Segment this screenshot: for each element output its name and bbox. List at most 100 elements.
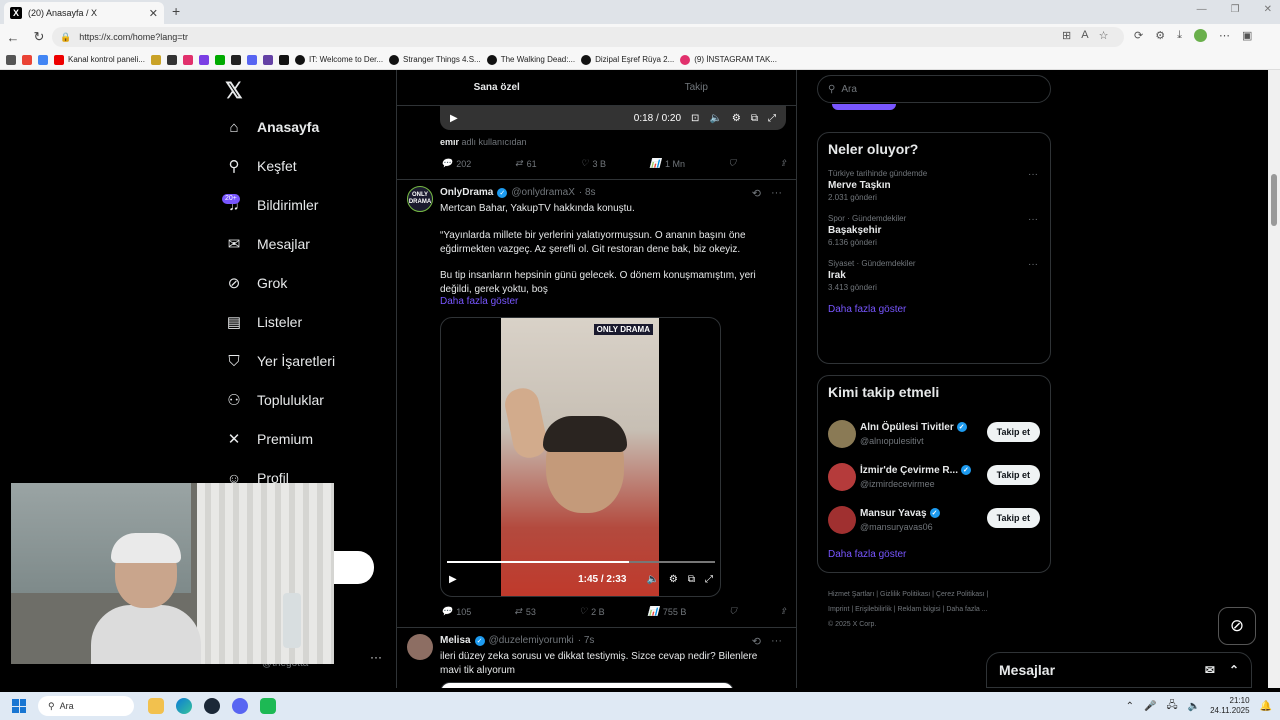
apps-icon[interactable]: ⊞ (1062, 29, 1071, 42)
instagram-icon[interactable] (182, 54, 193, 65)
nav-item-explore[interactable]: ⚲ Keşfet (225, 157, 297, 175)
kick-icon[interactable] (214, 54, 225, 65)
volume-icon[interactable]: 🔈 (709, 113, 721, 124)
settings-icon[interactable]: ⚙ (669, 574, 678, 585)
expand-icon[interactable]: ⌃ (1229, 663, 1239, 677)
taskbar-search[interactable]: ⚲ Ara (38, 696, 134, 716)
windows-start-icon[interactable] (12, 699, 26, 713)
fullscreen-icon[interactable]: ⤢ (705, 574, 713, 585)
notifications-icon[interactable]: 🔔 (1260, 701, 1272, 712)
trend-item[interactable]: Siyaset · Gündemdekiler Irak 3.413 gönde… (818, 259, 1050, 292)
bookmark-item[interactable]: Kanal kontrol paneli... (54, 54, 145, 65)
messages-drawer[interactable]: Mesajlar ✉ ⌃ (986, 652, 1252, 688)
gmail-icon[interactable] (22, 54, 32, 65)
grok-fab-button[interactable]: ⊘ (1218, 607, 1256, 645)
show-more-link[interactable]: Daha fazla göster (818, 549, 1050, 560)
network-icon[interactable]: 🖧 (1166, 698, 1177, 715)
pip-icon[interactable]: ⧉ (751, 113, 758, 124)
share-button[interactable]: ⇪ (779, 606, 787, 617)
previous-video-controls[interactable]: ▶ 0:18 / 0:20 ⊡ 🔈 ⚙ ⧉ ⤢ (440, 106, 786, 130)
post-media-preview[interactable] (440, 682, 734, 688)
repost-button[interactable]: ⇄ 53 (514, 606, 536, 617)
follow-suggestion[interactable]: İzmir'de Çevirme R... ✓ @izmirdecevirmee … (818, 455, 1050, 498)
download-icon[interactable]: ⤓ (1177, 29, 1182, 45)
nav-item-messages[interactable]: ✉ Mesajlar (225, 235, 310, 253)
reply-button[interactable]: 💬 105 (441, 606, 471, 617)
restore-icon[interactable]: ❐ (1231, 4, 1240, 15)
post-time[interactable]: · 8s (579, 187, 596, 198)
nav-item-grok[interactable]: ⊘ Grok (225, 274, 288, 292)
author-handle[interactable]: @duzelemiyorumki (489, 635, 574, 646)
bookmark-item[interactable]: (9) İNSTAGRAM TAK... (680, 54, 777, 65)
clock[interactable]: 21:10 24.11.2025 (1210, 696, 1249, 716)
captions-icon[interactable]: ⊡ (691, 113, 699, 124)
bookmark-post-button[interactable]: ⛉ (730, 606, 737, 617)
bookmark-item[interactable]: Dizipal Eşref Rüya 2... (581, 54, 674, 65)
subscribe-button-partial[interactable] (832, 104, 896, 110)
new-message-icon[interactable]: ✉ (1205, 663, 1215, 677)
bookmark-site-icon[interactable] (230, 54, 241, 65)
nav-item-lists[interactable]: ▤ Listeler (225, 313, 302, 331)
grok-explain-icon[interactable]: ⟲ (752, 635, 761, 648)
volume-icon[interactable]: 🔈 (646, 574, 658, 585)
follow-button[interactable]: Takip et (986, 508, 1040, 528)
footer-link[interactable]: Gizlilik Politikası (880, 591, 930, 598)
app-icon[interactable] (260, 698, 276, 714)
profile-avatar-icon[interactable] (1193, 29, 1207, 45)
trend-item[interactable]: Türkiye tarihinde gündemde Merve Taşkın … (818, 169, 1050, 202)
minimize-icon[interactable]: — (1197, 4, 1207, 15)
trend-item[interactable]: Spor · Gündemdekiler Başakşehir 6.136 gö… (818, 214, 1050, 247)
more-icon[interactable]: ··· (1028, 259, 1038, 270)
avatar[interactable] (828, 462, 856, 491)
close-window-icon[interactable]: ✕ (1264, 4, 1272, 15)
avatar[interactable] (828, 419, 856, 448)
like-button[interactable]: ♡ 2 B (579, 606, 605, 617)
more-icon[interactable]: ··· (1028, 214, 1038, 225)
avatar[interactable] (828, 505, 856, 534)
nav-item-communities[interactable]: ⚇ Topluluklar (225, 391, 324, 409)
nav-item-home[interactable]: ⌂ Anasayfa (225, 118, 319, 136)
refresh-ext-icon[interactable]: ⟳ (1134, 29, 1143, 45)
author-name[interactable]: Melisa (440, 635, 471, 646)
bookmark-site-icon[interactable] (150, 54, 161, 65)
bookmark-site-icon[interactable] (198, 54, 209, 65)
menu-dots-icon[interactable]: ⋯ (1219, 29, 1230, 45)
follow-suggestion[interactable]: Mansur Yavaş ✓ @mansuryavas06 Takip et (818, 498, 1050, 541)
google-icon[interactable] (38, 54, 48, 65)
show-more-link[interactable]: Daha fazla göster (440, 295, 780, 309)
tab-following[interactable]: Takip (597, 70, 797, 105)
mic-icon[interactable]: 🎤 (1144, 701, 1156, 712)
share-button[interactable]: ⇪ (779, 158, 787, 169)
bookmark-item[interactable]: Stranger Things 4.S... (389, 54, 481, 65)
bookmark-item[interactable]: IT: Welcome to Der... (294, 54, 383, 65)
read-aloud-icon[interactable]: A (1081, 29, 1088, 42)
search-input[interactable]: ⚲ Ara (817, 75, 1051, 103)
footer-link[interactable]: Reklam bilgisi (897, 606, 940, 613)
repost-button[interactable]: ⇄ 61 (515, 158, 537, 169)
favorite-star-icon[interactable]: ☆ (1099, 29, 1109, 42)
video-player[interactable]: ONLY DRAMA ▶ 1:45 / 2:33 🔈 ⚙ ⧉ ⤢ (440, 317, 721, 597)
file-explorer-icon[interactable] (148, 698, 164, 714)
author-name[interactable]: OnlyDrama (440, 187, 493, 198)
post-time[interactable]: · 7s (578, 635, 595, 646)
tab-close-icon[interactable]: ✕ (149, 7, 158, 20)
pip-icon[interactable]: ⧉ (688, 574, 695, 585)
video-progress[interactable] (447, 561, 715, 563)
address-bar[interactable]: 🔒 https://x.com/home?lang=tr (52, 27, 1124, 47)
tab-for-you[interactable]: Sana özel (397, 70, 597, 105)
bookmark-site-icon[interactable] (166, 54, 177, 65)
twitch-icon[interactable] (262, 54, 273, 65)
more-icon[interactable]: ··· (771, 635, 782, 648)
views-button[interactable]: 📊 755 B (648, 606, 687, 617)
account-menu-icon[interactable]: ··· (370, 650, 382, 664)
fullscreen-icon[interactable]: ⤢ (768, 113, 776, 124)
x-logo-icon[interactable]: 𝕏 (225, 78, 243, 104)
scrollbar-thumb[interactable] (1271, 174, 1277, 226)
follow-button[interactable]: Takip et (986, 422, 1040, 442)
grok-explain-icon[interactable]: ⟲ (752, 187, 761, 200)
bookmark-site-icon[interactable] (278, 54, 289, 65)
like-button[interactable]: ♡ 3 B (580, 158, 606, 169)
volume-icon[interactable]: 🔈 (1188, 701, 1200, 712)
nav-item-premium[interactable]: ✕ Premium (225, 430, 313, 448)
follow-button[interactable]: Takip et (986, 465, 1040, 485)
